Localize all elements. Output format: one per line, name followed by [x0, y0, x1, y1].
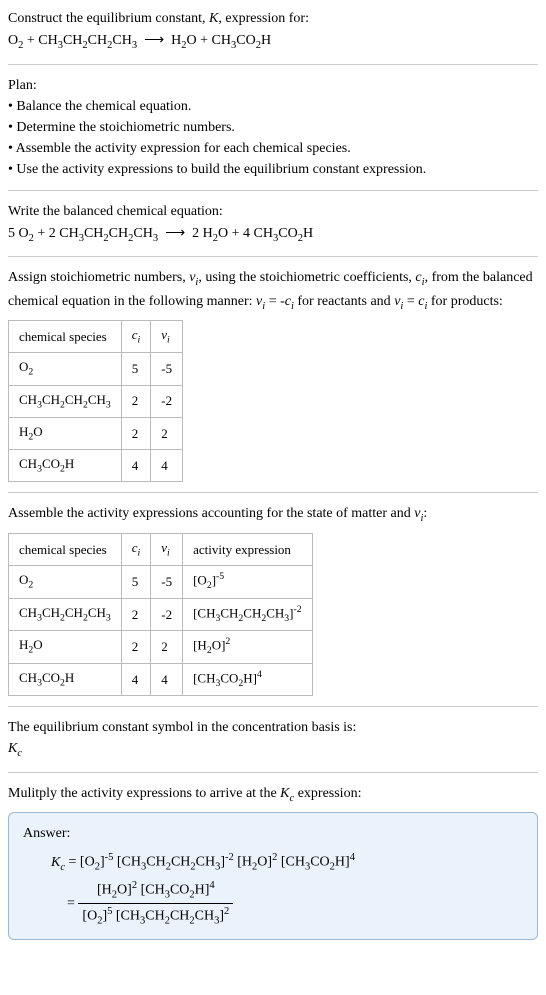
stoich-section: Assign stoichiometric numbers, νi, using…: [8, 267, 538, 482]
cell-v: 2: [151, 631, 183, 664]
col-c: ci: [121, 321, 151, 353]
table-row: O2 5 -5: [9, 353, 183, 385]
kc-line2: Kc: [8, 738, 538, 762]
cell-v: 4: [151, 663, 183, 696]
cell-species: H2O: [9, 631, 122, 664]
divider: [8, 772, 538, 773]
divider: [8, 706, 538, 707]
cell-c: 2: [121, 598, 151, 631]
cell-c: 2: [121, 385, 151, 417]
cell-expr: [H2O]2: [183, 631, 313, 664]
cell-species: H2O: [9, 417, 122, 449]
divider: [8, 64, 538, 65]
cell-v: -5: [151, 566, 183, 599]
activity-table: chemical species ci νi activity expressi…: [8, 533, 313, 696]
cell-c: 5: [121, 566, 151, 599]
answer-fraction: = [H2O]2 [CH3CO2H]4 [O2]5 [CH3CH2CH2CH3]…: [67, 878, 523, 929]
divider: [8, 492, 538, 493]
table-header-row: chemical species ci νi activity expressi…: [9, 533, 313, 565]
plan-item: • Balance the chemical equation.: [8, 96, 538, 117]
table-row: H2O 2 2 [H2O]2: [9, 631, 313, 664]
cell-c: 4: [121, 450, 151, 482]
table-row: O2 5 -5 [O2]-5: [9, 566, 313, 599]
cell-c: 5: [121, 353, 151, 385]
balanced-equation: 5 O2 + 2 CH3CH2CH2CH3 ⟶ 2 H2O + 4 CH3CO2…: [8, 222, 538, 247]
activity-section: Assemble the activity expressions accoun…: [8, 503, 538, 696]
cell-species: O2: [9, 566, 122, 599]
stoich-table: chemical species ci νi O2 5 -5 CH3CH2CH2…: [8, 320, 183, 482]
plan-item: • Assemble the activity expression for e…: [8, 138, 538, 159]
col-v: νi: [151, 533, 183, 565]
balanced-title: Write the balanced chemical equation:: [8, 201, 538, 222]
cell-species: CH3CH2CH2CH3: [9, 385, 122, 417]
table-row: H2O 2 2: [9, 417, 183, 449]
cell-v: -2: [151, 385, 183, 417]
plan-item: • Determine the stoichiometric numbers.: [8, 117, 538, 138]
cell-expr: [CH3CH2CH2CH3]-2: [183, 598, 313, 631]
frac-denominator: [O2]5 [CH3CH2CH2CH3]2: [78, 904, 233, 929]
cell-c: 2: [121, 417, 151, 449]
cell-v: -2: [151, 598, 183, 631]
cell-species: CH3CO2H: [9, 663, 122, 696]
cell-v: 4: [151, 450, 183, 482]
col-species: chemical species: [9, 321, 122, 353]
cell-expr: [O2]-5: [183, 566, 313, 599]
cell-c: 4: [121, 663, 151, 696]
question-line1: Construct the equilibrium constant, K, e…: [8, 8, 538, 29]
plan-item: • Use the activity expressions to build …: [8, 159, 538, 180]
col-c: ci: [121, 533, 151, 565]
cell-expr: [CH3CO2H]4: [183, 663, 313, 696]
cell-v: -5: [151, 353, 183, 385]
divider: [8, 256, 538, 257]
cell-species: CH3CO2H: [9, 450, 122, 482]
activity-intro: Assemble the activity expressions accoun…: [8, 503, 538, 527]
cell-species: O2: [9, 353, 122, 385]
table-row: CH3CH2CH2CH3 2 -2: [9, 385, 183, 417]
balanced-section: Write the balanced chemical equation: 5 …: [8, 201, 538, 247]
cell-c: 2: [121, 631, 151, 664]
table-row: CH3CO2H 4 4 [CH3CO2H]4: [9, 663, 313, 696]
answer-label: Answer:: [23, 823, 523, 844]
multiply-section: Mulitply the activity expressions to arr…: [8, 783, 538, 807]
table-header-row: chemical species ci νi: [9, 321, 183, 353]
table-row: CH3CH2CH2CH3 2 -2 [CH3CH2CH2CH3]-2: [9, 598, 313, 631]
unbalanced-equation: O2 + CH3CH2CH2CH3 ⟶ H2O + CH3CO2H: [8, 29, 538, 54]
answer-expression: Kc = [O2]-5 [CH3CH2CH2CH3]-2 [H2O]2 [CH3…: [51, 850, 523, 875]
stoich-intro: Assign stoichiometric numbers, νi, using…: [8, 267, 538, 314]
plan-title: Plan:: [8, 75, 538, 96]
plan-section: Plan: • Balance the chemical equation. •…: [8, 75, 538, 180]
col-expr: activity expression: [183, 533, 313, 565]
question-header: Construct the equilibrium constant, K, e…: [8, 8, 538, 54]
multiply-line: Mulitply the activity expressions to arr…: [8, 783, 538, 807]
table-row: CH3CO2H 4 4: [9, 450, 183, 482]
col-species: chemical species: [9, 533, 122, 565]
divider: [8, 190, 538, 191]
answer-box: Answer: Kc = [O2]-5 [CH3CH2CH2CH3]-2 [H2…: [8, 812, 538, 940]
cell-v: 2: [151, 417, 183, 449]
cell-species: CH3CH2CH2CH3: [9, 598, 122, 631]
kc-line1: The equilibrium constant symbol in the c…: [8, 717, 538, 738]
col-v: νi: [151, 321, 183, 353]
kc-symbol-section: The equilibrium constant symbol in the c…: [8, 717, 538, 762]
frac-numerator: [H2O]2 [CH3CO2H]4: [78, 878, 233, 904]
